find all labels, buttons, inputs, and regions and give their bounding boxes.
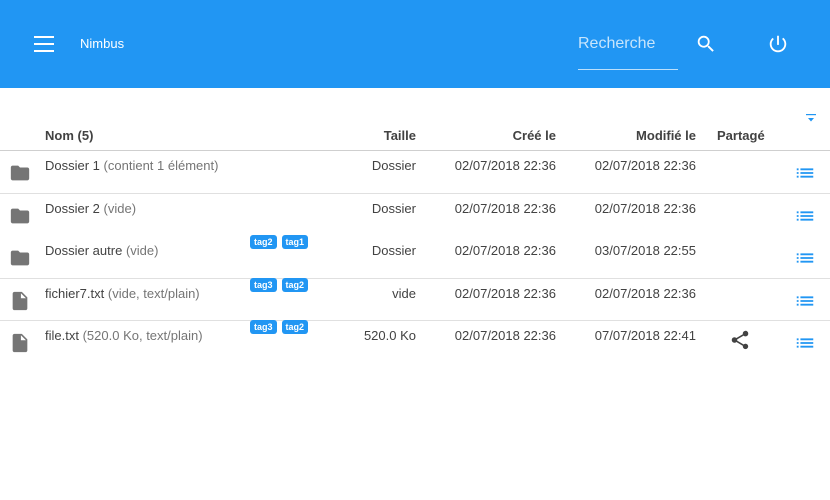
item-name[interactable]: Dossier autre (vide) [45, 243, 158, 258]
table-row[interactable]: fichier7.txt (vide, text/plain) tag3 tag2 v… [0, 278, 830, 321]
item-created-date: 02/07/2018 22:36 [454, 286, 556, 301]
item-name-label: fichier7.txt [45, 286, 105, 301]
item-count: (5) [77, 128, 94, 143]
app-title: Nimbus [80, 36, 125, 51]
item-name-label: file.txt [45, 328, 79, 343]
tag-badge[interactable]: tag1 [281, 235, 309, 249]
item-created-date: 02/07/2018 22:36 [454, 328, 556, 343]
tag-list: tag3 tag2 [250, 320, 313, 334]
tag-badge[interactable]: tag3 [250, 320, 277, 334]
menu-icon[interactable] [34, 36, 54, 52]
item-size: Dossier [371, 201, 416, 216]
tag-list: tag2 tag1 [250, 235, 313, 249]
column-header-size[interactable]: Taille [340, 128, 416, 143]
item-description: (vide) [125, 243, 159, 258]
folder-icon [10, 165, 30, 181]
item-modified-date: 07/07/2018 22:41 [594, 328, 696, 343]
list-icon[interactable] [794, 247, 816, 269]
item-description: (vide, text/plain) [107, 286, 200, 301]
item-size: 520.0 Ko [363, 328, 416, 343]
file-icon [12, 291, 28, 311]
power-icon[interactable] [767, 33, 789, 55]
item-modified-date: 02/07/2018 22:36 [594, 158, 696, 173]
item-modified-date: 02/07/2018 22:36 [594, 201, 696, 216]
item-modified-date: 03/07/2018 22:55 [594, 243, 696, 258]
item-name[interactable]: Dossier 2 (vide) [45, 201, 136, 216]
item-created-date: 02/07/2018 22:36 [454, 243, 556, 258]
column-header-shared[interactable]: Partagé [717, 128, 765, 143]
item-size: vide [392, 286, 416, 301]
item-description: (520.0 Ko, text/plain) [82, 328, 203, 343]
list-icon[interactable] [794, 290, 816, 312]
item-name-label: Dossier autre [45, 243, 123, 258]
column-header-name[interactable]: Nom (5) [45, 128, 93, 143]
item-description: (vide) [103, 201, 137, 216]
folder-icon [10, 250, 30, 266]
table-row[interactable]: Dossier autre (vide) tag2 tag1 Dossier 02/07… [0, 235, 830, 278]
column-header-name-label: Nom [45, 128, 74, 143]
item-created-date: 02/07/2018 22:36 [454, 201, 556, 216]
item-name-label: Dossier 2 [45, 201, 100, 216]
search-underline [578, 69, 678, 70]
table-row[interactable]: file.txt (520.0 Ko, text/plain) tag3 tag2 5… [0, 320, 830, 363]
search-box [578, 22, 678, 70]
tag-badge[interactable]: tag2 [250, 235, 277, 249]
sort-icon[interactable] [804, 113, 818, 123]
tag-badge[interactable]: tag2 [281, 278, 309, 292]
column-header-modified[interactable]: Modifié le [600, 128, 696, 143]
search-input[interactable] [578, 32, 678, 56]
item-name[interactable]: fichier7.txt (vide, text/plain) [45, 286, 200, 301]
item-modified-date: 02/07/2018 22:36 [594, 286, 696, 301]
item-created-date: 02/07/2018 22:36 [454, 158, 556, 173]
share-icon[interactable] [729, 329, 751, 351]
item-name[interactable]: file.txt (520.0 Ko, text/plain) [45, 328, 203, 343]
file-icon [12, 333, 28, 353]
table-row[interactable]: Dossier 1 (contient 1 élément) Dossier 02/… [0, 151, 830, 193]
item-size: Dossier [371, 243, 416, 258]
tag-badge[interactable]: tag2 [281, 320, 309, 334]
tag-list: tag3 tag2 [250, 278, 313, 292]
list-icon[interactable] [794, 205, 816, 227]
list-icon[interactable] [794, 162, 816, 184]
tag-badge[interactable]: tag3 [250, 278, 277, 292]
list-icon[interactable] [794, 332, 816, 354]
item-size: Dossier [371, 158, 416, 173]
item-description: (contient 1 élément) [103, 158, 219, 173]
table-row[interactable]: Dossier 2 (vide) Dossier 02/07/2018 22:36 0… [0, 194, 830, 236]
folder-icon [10, 208, 30, 224]
column-header-created[interactable]: Créé le [470, 128, 556, 143]
item-name[interactable]: Dossier 1 (contient 1 élément) [45, 158, 218, 173]
app-bar: Nimbus [0, 0, 830, 88]
item-name-label: Dossier 1 [45, 158, 100, 173]
search-icon[interactable] [695, 33, 717, 55]
